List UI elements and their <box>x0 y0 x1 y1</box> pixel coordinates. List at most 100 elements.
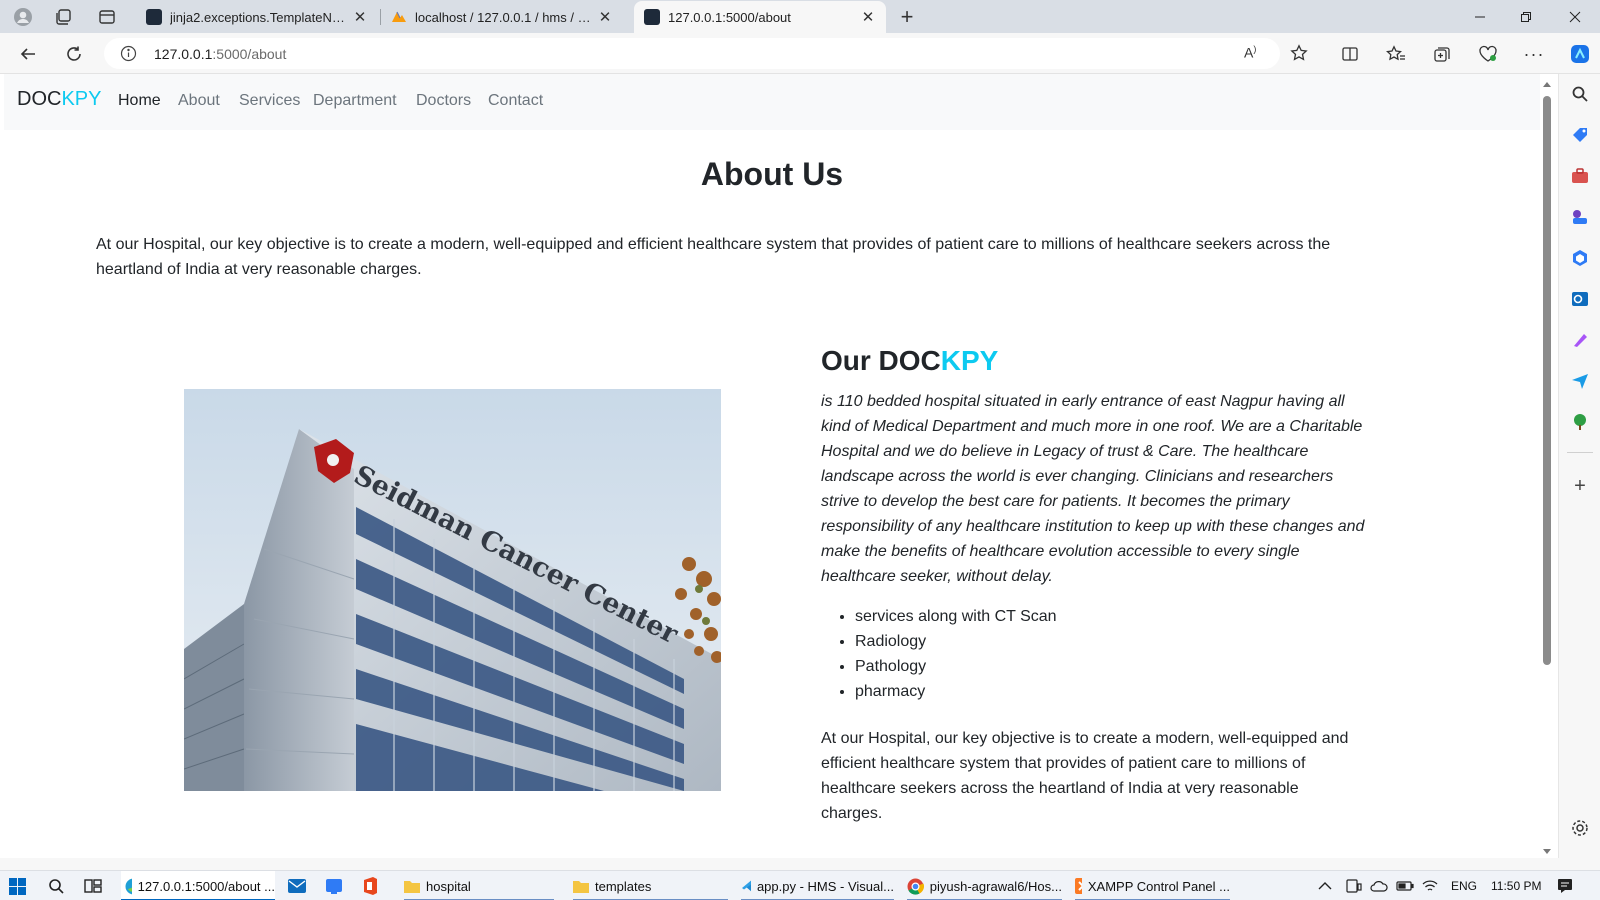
device-icon[interactable] <box>1346 871 1362 900</box>
page-viewport: DOCKPY Home About Services Department Do… <box>4 74 1540 858</box>
tree-icon[interactable] <box>1570 412 1590 432</box>
address-bar-row: 127.0.0.1:5000/about A) ··· <box>0 33 1600 74</box>
search-icon[interactable] <box>48 871 65 900</box>
windows-taskbar: 127.0.0.1:5000/about ... hospital templa… <box>0 870 1600 900</box>
hospital-building-photo: Seidman Cancer Center <box>184 389 721 791</box>
browser-tab-strip: jinja2.exceptions.TemplateNotFound ✕ loc… <box>0 0 1600 33</box>
scrollbar-thumb[interactable] <box>1543 96 1551 665</box>
terminal-icon <box>146 9 162 25</box>
list-item: pharmacy <box>855 679 1057 704</box>
window-bottom-strip <box>0 858 1600 870</box>
taskbar-label: piyush-agrawal6/Hos... <box>929 878 1062 894</box>
taskbar-item-teams[interactable] <box>325 871 343 900</box>
vertical-tabs-icon[interactable] <box>94 4 120 30</box>
add-icon[interactable]: + <box>1570 475 1590 497</box>
restore-icon[interactable] <box>1503 0 1549 33</box>
cloud-icon[interactable] <box>1370 871 1388 900</box>
favorites-icon[interactable] <box>1382 40 1410 68</box>
url-path: :5000/about <box>212 45 287 62</box>
taskbar-label: templates <box>595 878 652 894</box>
heading-text-accent: KPY <box>940 345 999 376</box>
split-screen-icon[interactable] <box>1336 40 1364 68</box>
scroll-down-icon[interactable] <box>1542 848 1552 856</box>
favorite-star-icon[interactable] <box>1290 44 1308 67</box>
reload-icon[interactable] <box>60 40 88 68</box>
nav-contact[interactable]: Contact <box>488 92 543 110</box>
workspaces-icon[interactable] <box>50 4 76 30</box>
taskbar-item-office[interactable] <box>362 871 378 900</box>
language-indicator[interactable]: ENG <box>1451 871 1477 900</box>
wifi-icon[interactable] <box>1422 871 1438 900</box>
tab-about[interactable]: 127.0.0.1:5000/about ✕ <box>634 1 886 33</box>
taskbar-item-edge[interactable]: 127.0.0.1:5000/about ... <box>121 871 275 900</box>
close-icon[interactable]: ✕ <box>860 8 876 26</box>
tab-title: localhost / 127.0.0.1 / hms / doct <box>415 9 597 25</box>
tray-overflow-icon[interactable] <box>1318 871 1332 900</box>
send-icon[interactable] <box>1570 371 1590 391</box>
taskbar-item-vscode[interactable]: app.py - HMS - Visual... <box>741 871 894 900</box>
shopping-tag-icon[interactable] <box>1570 125 1590 145</box>
battery-icon[interactable] <box>1396 871 1414 900</box>
site-brand[interactable]: DOCKPY <box>17 88 101 111</box>
tab-phpmyadmin[interactable]: localhost / 127.0.0.1 / hms / doct ✕ <box>381 1 623 33</box>
edge-icon <box>125 878 132 894</box>
taskbar-item-templates-folder[interactable]: templates <box>573 871 728 900</box>
clock[interactable]: 11:50 PM <box>1491 871 1541 900</box>
copilot-icon[interactable] <box>1566 40 1594 68</box>
profile-icon[interactable] <box>10 4 36 30</box>
mail-icon <box>288 879 306 893</box>
microsoft-365-icon[interactable] <box>1570 248 1590 268</box>
browser-essentials-icon[interactable] <box>1474 40 1502 68</box>
list-item: services along with CT Scan <box>855 604 1057 629</box>
start-button[interactable] <box>9 871 26 900</box>
designer-icon[interactable] <box>1570 330 1590 350</box>
read-aloud-icon[interactable]: A) <box>1244 44 1256 61</box>
outro-paragraph: At our Hospital, our key objective is to… <box>821 730 1349 822</box>
nav-department[interactable]: Department <box>313 92 397 110</box>
phpmyadmin-icon <box>391 9 407 25</box>
site-navbar: DOCKPY Home About Services Department Do… <box>4 74 1540 130</box>
close-icon[interactable]: ✕ <box>352 8 368 26</box>
close-icon[interactable]: ✕ <box>597 8 613 26</box>
games-icon[interactable] <box>1570 207 1590 227</box>
taskbar-label: app.py - HMS - Visual... <box>756 878 894 894</box>
taskbar-item-hospital-folder[interactable]: hospital <box>404 871 554 900</box>
edge-sidebar: + <box>1558 74 1600 858</box>
taskbar-item-xampp[interactable]: XAMPP Control Panel ... <box>1075 871 1230 900</box>
outlook-icon[interactable] <box>1570 289 1590 309</box>
taskbar-label: XAMPP Control Panel ... <box>1087 878 1230 894</box>
task-view-icon[interactable] <box>84 871 102 900</box>
tab-template-not-found[interactable]: jinja2.exceptions.TemplateNotFound ✕ <box>136 1 378 33</box>
collections-icon[interactable] <box>1428 40 1456 68</box>
hospital-description: is 110 bedded hospital situated in early… <box>821 393 1365 585</box>
tab-title: jinja2.exceptions.TemplateNotFound <box>170 9 352 25</box>
search-icon[interactable] <box>1570 84 1590 104</box>
chrome-icon <box>907 878 924 895</box>
nav-home[interactable]: Home <box>118 92 161 110</box>
taskbar-label: hospital <box>426 878 471 894</box>
more-menu-icon[interactable]: ··· <box>1520 40 1548 68</box>
notifications-icon[interactable] <box>1557 871 1573 900</box>
intro-paragraph: At our Hospital, our key objective is to… <box>96 236 1331 278</box>
xampp-icon <box>1075 878 1082 894</box>
taskbar-item-mail[interactable] <box>288 871 306 900</box>
scroll-up-icon[interactable] <box>1542 80 1552 88</box>
office-icon <box>364 877 377 895</box>
nav-about[interactable]: About <box>178 92 220 110</box>
minimize-icon[interactable] <box>1457 0 1503 33</box>
tools-briefcase-icon[interactable] <box>1570 166 1590 186</box>
back-icon[interactable] <box>14 40 42 68</box>
new-tab-icon[interactable]: + <box>894 4 920 30</box>
close-window-icon[interactable] <box>1552 0 1598 33</box>
settings-icon[interactable] <box>1570 818 1590 838</box>
url-text: 127.0.0.1:5000/about <box>154 46 286 62</box>
folder-icon <box>404 881 420 893</box>
list-item: Radiology <box>855 629 1057 654</box>
list-item: Pathology <box>855 654 1057 679</box>
nav-doctors[interactable]: Doctors <box>416 92 471 110</box>
brand-text-dark: DOC <box>17 88 62 110</box>
nav-services[interactable]: Services <box>239 92 300 110</box>
address-field[interactable]: 127.0.0.1:5000/about A) <box>104 38 1308 69</box>
info-icon[interactable] <box>120 45 137 67</box>
taskbar-item-chrome[interactable]: piyush-agrawal6/Hos... <box>907 871 1062 900</box>
